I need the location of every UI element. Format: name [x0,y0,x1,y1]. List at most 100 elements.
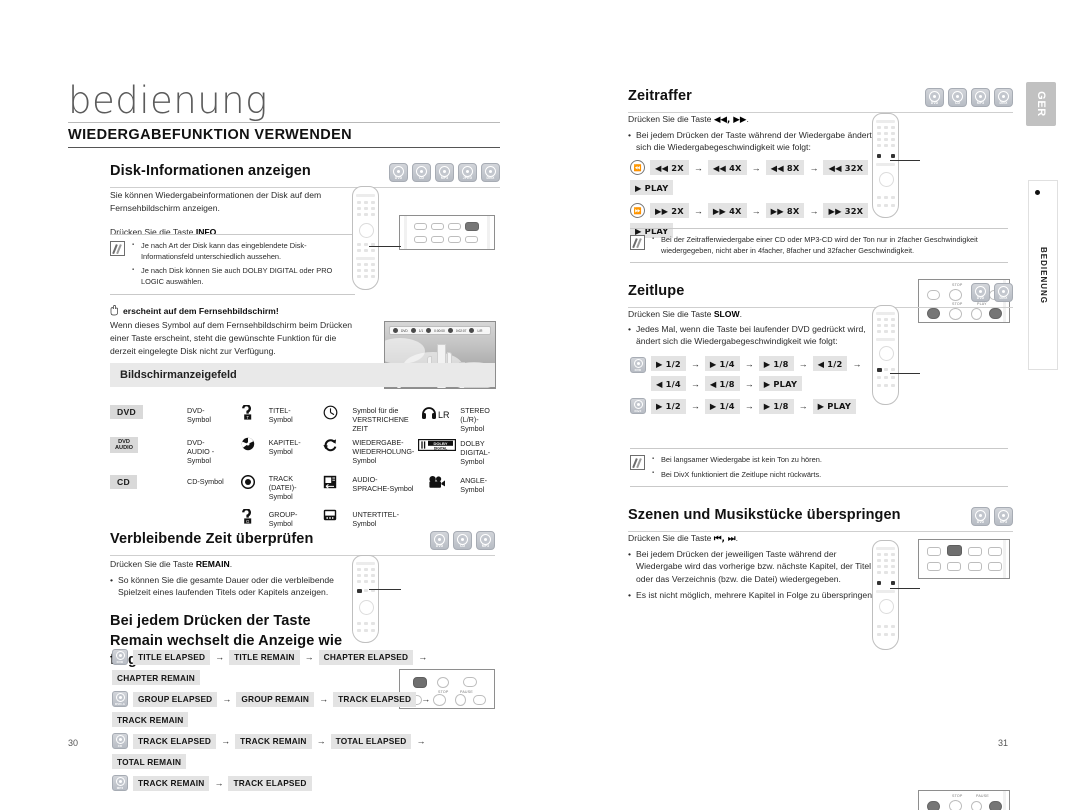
fastplay-text-block: Drücken Sie die Taste ◀◀, ▶▶. Bei jedem … [628,113,878,154]
remote-illustration-fastplay [872,113,899,218]
fast-forward-button-icon: ⏩ [630,203,645,218]
remain-key-highlight [357,589,362,593]
disc-badge-dvd: DVD [389,163,408,182]
note-pencil-icon [630,235,645,250]
note-pencil-icon [110,241,125,256]
arrow-icon: → [418,652,428,662]
disc-ring-icon [633,359,643,369]
disc-badge-cd: CD [453,531,472,550]
manual-page-spread: bedienung WIEDERGABEFUNKTION VERWENDEN D… [0,0,1080,810]
remaining-time-instruction: Drücken Sie die Taste REMAIN. [110,559,233,569]
disk-info-disc-badges: DVD CD MP3 JPEG DivX [389,163,500,182]
skip-bullet: Es ist nicht möglich, mehrere Kapitel in… [628,589,883,602]
fastplay-rew-row: ⏪ ◀◀ 2X → ◀◀ 4X → ◀◀ 8X → ◀◀ 32X → ▶ PLA… [630,160,890,195]
tag-empty [110,501,184,502]
slowplay-heading-block: Zeitlupe DVD DivX [628,283,1013,308]
arrow-icon: → [693,162,703,173]
slow-key-highlight [877,368,882,372]
arrow-icon: → [690,378,700,389]
arrow-icon: → [852,358,862,369]
chapter-icon [230,433,266,451]
symbol-label: GROUP-Symbol [268,510,298,528]
disc-ring-icon [434,533,445,545]
skip-bullet: Bei jedem Drücken der jeweiligen Taste w… [628,548,883,585]
disk-info-heading: Disk-Informationen anzeigen [110,163,311,179]
arrow-icon: → [690,358,700,369]
remain-flow-list: DVD TITLE ELAPSED → TITLE REMAIN → CHAPT… [112,649,492,797]
speed-chip: ▶ 1/2 [651,398,686,414]
note-item: Bei der Zeitrafferwiedergabe einer CD od… [652,234,1008,256]
speed-chip: ▶▶ 2X [650,203,689,218]
speed-chip: ◀ 1/4 [651,376,686,391]
slowplay-heading: Zeitlupe [628,283,685,299]
flow-chip: TRACK REMAIN [133,775,210,791]
leader-line [890,373,920,374]
prohibit-block: erscheint auf dem Fernsehbildschirm! Wen… [110,305,360,358]
slowplay-dvd-row: DVD ▶ 1/2 → ▶ 1/4 → ▶ 1/8 → ◀ 1/2 → ◀ 1/… [630,356,895,391]
leader-line [369,246,401,247]
disc-ring-icon [480,533,491,545]
speed-chip: ▶ 1/8 [758,356,794,371]
arrow-icon: → [744,401,754,411]
chapter-title-block: bedienung [68,82,500,123]
remaining-time-heading: Verbleibende Zeit überprüfen [110,531,314,547]
svg-text:DIGITAL: DIGITAL [434,447,447,451]
slowplay-bullet: Jedes Mal, wenn die Taste bei laufender … [628,323,878,348]
leader-line [890,160,920,161]
disc-badge-mp3: MP3 [994,507,1013,526]
rewind-button-icon: ⏪ [630,160,645,175]
disk-info-rule [110,187,500,188]
prohibit-heading: erscheint auf dem Fernsehbildschirm! [123,305,279,316]
remote-illustration-remain [352,555,379,643]
remain-flow-row: MP3 TRACK REMAIN → TRACK ELAPSED [112,775,492,791]
disc-ring-icon [633,400,643,410]
tag-dvd-audio: DVD AUDIO [110,433,184,454]
speed-chip: ▶ 1/4 [704,398,740,414]
flow-chip: CHAPTER REMAIN [112,670,200,685]
disc-badge-jpeg: JPEG [458,163,477,182]
disc-ring-icon [439,165,450,177]
flow-chip: TITLE ELAPSED [133,649,211,665]
side-tab-bullet-icon [1035,190,1040,195]
camera-icon [417,466,457,489]
title-rule [68,122,500,123]
section-title: WIEDERGABEFUNKTION VERWENDEN [68,127,500,148]
disc-badge-cd: CD [948,88,967,107]
tag-cd: CD [110,466,184,489]
remain-flow-row: DVD TITLE ELAPSED → TITLE REMAIN → CHAPT… [112,649,492,685]
disk-info-note-box: Je nach Art der Disk kann das eingeblend… [110,234,355,295]
speed-chip: ▶▶ 4X [707,203,747,218]
disc-badge-divx: DivX [994,283,1013,302]
arrow-icon: → [809,162,819,173]
speed-chip: ◀◀ 32X [823,160,869,175]
language-tab-ger: GER [1026,82,1056,126]
flow-chip: TOTAL REMAIN [112,754,187,769]
arrow-icon: → [319,694,329,704]
section-heading-block: WIEDERGABEFUNKTION VERWENDEN [68,127,500,148]
remaining-time-bullet: So können Sie die gesamte Dauer oder die… [110,574,345,599]
flow-chip: TOTAL ELAPSED [330,733,412,749]
ff-button-highlight [989,308,1002,319]
symbol-label: AUDIO-SPRACHE-Symbol [352,475,414,493]
arrow-icon: → [304,652,314,662]
no-entry-hand-icon [110,305,118,316]
osd-info-bar: DVD 1/1 0:00:00 0:02:07 L/R [389,326,491,335]
symbol-table: DVD DVD-Symbol T TITEL-Symbol Symbol für… [110,404,500,528]
symbol-label: TITEL-Symbol [268,406,293,424]
slowplay-divx-row: DivX ▶ 1/2 → ▶ 1/4 → ▶ 1/8 → ▶ PLAY [630,398,895,414]
flow-chip: GROUP ELAPSED [133,691,218,707]
speed-chip: ▶ PLAY [812,398,857,414]
disc-ring-icon [115,693,125,703]
flow-chip: GROUP REMAIN [236,691,315,707]
symbol-label: DOLBY DIGITAL-Symbol [460,439,491,466]
flow-chip: TRACK REMAIN [235,733,312,749]
arrow-icon: → [214,778,224,788]
remote-control-graphic [352,555,379,643]
disc-ring-icon [416,165,427,177]
disc-ring-icon [952,90,963,102]
chapter-title: bedienung [68,79,268,122]
leader-line [369,589,401,590]
svg-text:LR: LR [438,410,450,420]
speed-chip: ▶ 1/2 [651,356,686,371]
svg-text:T: T [247,415,250,420]
